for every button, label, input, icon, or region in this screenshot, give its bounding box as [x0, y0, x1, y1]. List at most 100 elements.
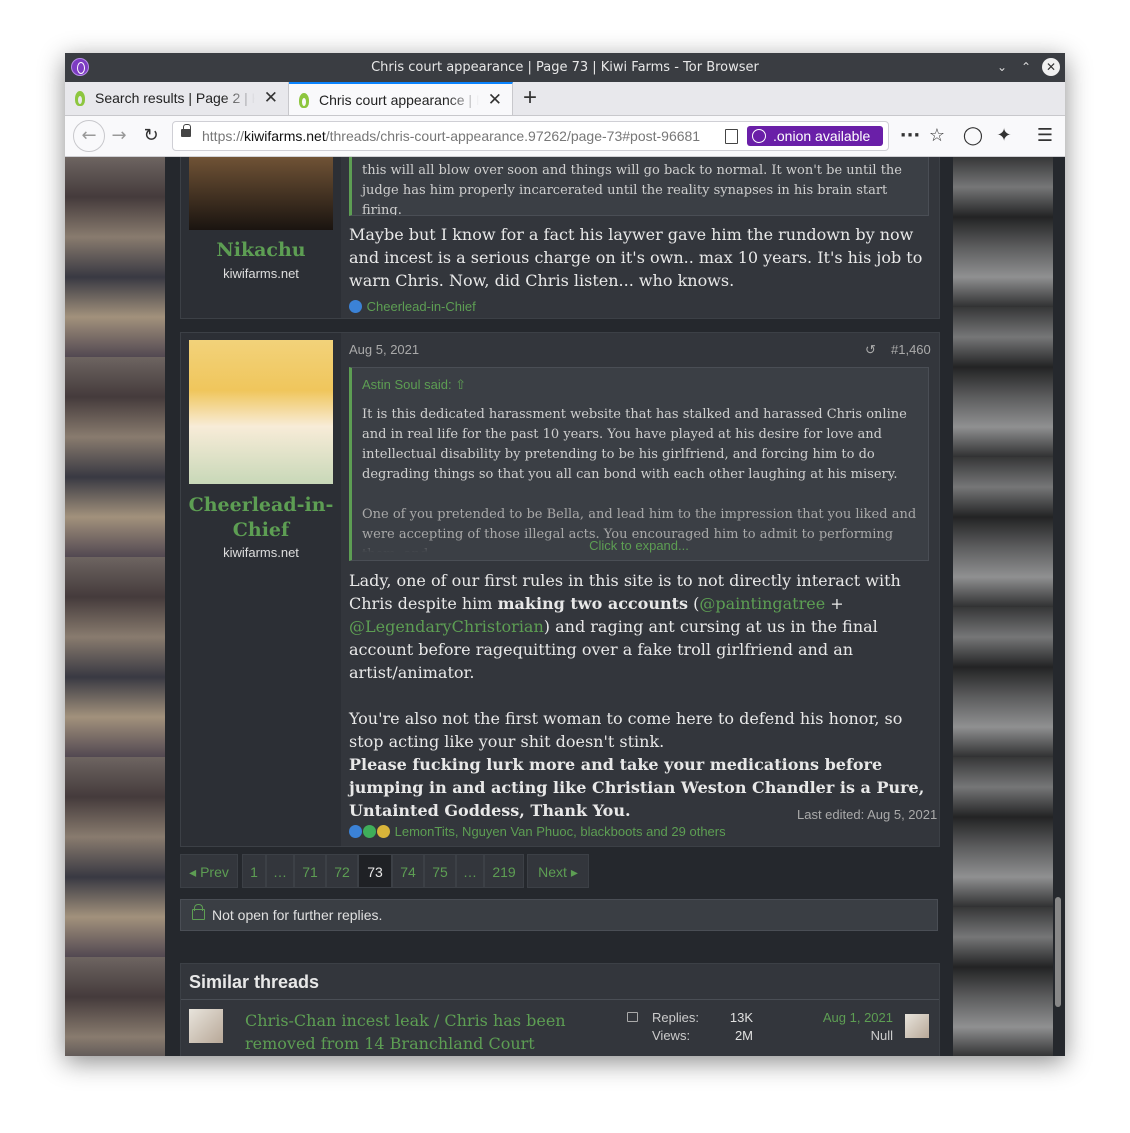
- reload-icon[interactable]: ↻: [139, 124, 163, 148]
- post-cheerlead-in-chief: Cheerlead-in-Chief kiwifarms.net Aug 5, …: [180, 332, 940, 847]
- mention-link[interactable]: @paintingatree: [699, 594, 825, 613]
- post-number[interactable]: #1,460: [891, 342, 931, 357]
- tab-label: Search results | Page 2 | Kiwi Farms: [95, 90, 255, 106]
- tab-label: Chris court appearance | Page 73 | Kiwi …: [319, 92, 479, 108]
- minimize-icon[interactable]: ⌄: [993, 58, 1011, 76]
- thread-avatar[interactable]: [189, 1009, 223, 1043]
- message-text: +: [825, 594, 844, 613]
- mention-link[interactable]: @LegendaryChristorian: [349, 617, 544, 636]
- title-bar: Chris court appearance | Page 73 | Kiwi …: [65, 53, 1065, 82]
- message-text: (: [688, 594, 700, 613]
- browser-window: Chris court appearance | Page 73 | Kiwi …: [65, 53, 1065, 1056]
- user-site: kiwifarms.net: [223, 266, 299, 281]
- current-page[interactable]: 73: [358, 854, 392, 888]
- similar-threads: Similar threads Chris-Chan incest leak /…: [180, 963, 940, 1056]
- page-content: Nikachu kiwifarms.net Chris's charges st…: [65, 157, 1065, 1056]
- reaction-bar[interactable]: Cheerlead-in-Chief: [349, 299, 476, 314]
- lock-icon: [181, 124, 191, 137]
- user-site: kiwifarms.net: [223, 545, 299, 560]
- quote-author[interactable]: Astin Soul said: ⇧: [362, 375, 466, 395]
- thread-title-line: removed from 14 Branchland Court: [245, 1034, 535, 1053]
- back-arrow-icon[interactable]: ←: [73, 120, 105, 152]
- username[interactable]: Cheerlead-in-Chief: [181, 493, 341, 543]
- like-reaction-icon: [349, 300, 362, 313]
- page-link[interactable]: 219: [484, 854, 524, 888]
- thread-stats-labels: Replies: Views:: [652, 1009, 699, 1045]
- views-count: 2M: [734, 1028, 753, 1043]
- kiwifarms-favicon-icon: [299, 93, 309, 108]
- message-bold-text: making two accounts: [497, 594, 689, 613]
- avatar[interactable]: [189, 157, 333, 230]
- tab-bar: Search results | Page 2 | Kiwi Farms ✕ C…: [65, 82, 1065, 116]
- forward-arrow-icon[interactable]: →: [107, 124, 131, 148]
- last-poster-avatar[interactable]: [905, 1014, 929, 1038]
- share-icon[interactable]: ↺: [865, 342, 876, 358]
- page-ellipsis[interactable]: …: [266, 854, 294, 888]
- onion-available-label: .onion available: [773, 128, 871, 144]
- pineapple-reaction-icon: [377, 825, 390, 838]
- url-scheme: https://: [202, 128, 245, 144]
- page-link[interactable]: 1: [242, 854, 266, 888]
- kiwifarms-favicon-icon: [75, 91, 85, 106]
- views-label: Views:: [652, 1028, 691, 1043]
- tab-chris-court-appearance[interactable]: Chris court appearance | Page 73 | Kiwi …: [289, 82, 513, 115]
- page-link[interactable]: 74: [392, 854, 424, 888]
- page-link[interactable]: 71: [294, 854, 326, 888]
- thread-title-link[interactable]: Chris-Chan incest leak / Chris has been …: [245, 1009, 566, 1055]
- reaction-users[interactable]: LemonTits, Nguyen Van Phuoc, blackboots …: [395, 824, 726, 839]
- menu-hamburger-icon[interactable]: ☰: [1033, 124, 1057, 148]
- maximize-icon[interactable]: ⌃: [1017, 58, 1035, 76]
- quote-block: Chris's charges still haven't been final…: [349, 157, 929, 216]
- tab-close-icon[interactable]: ✕: [264, 88, 278, 108]
- post-message: Lady, one of our first rules in this sit…: [349, 569, 931, 822]
- background-comic-left: [65, 157, 165, 1056]
- user-pane: Nikachu kiwifarms.net: [181, 157, 341, 318]
- navigation-toolbar: ← → ↻ https://kiwifarms.net/threads/chri…: [65, 116, 1065, 157]
- tab-close-icon[interactable]: ✕: [488, 90, 502, 110]
- page-link[interactable]: 72: [326, 854, 358, 888]
- next-page-button[interactable]: Next ▸: [527, 854, 589, 888]
- last-edited[interactable]: Last edited: Aug 5, 2021: [797, 807, 937, 822]
- thread-lock-icon: [627, 1012, 638, 1022]
- page-actions-icon[interactable]: ···: [898, 124, 922, 148]
- bookmark-star-icon[interactable]: ☆: [925, 124, 949, 148]
- reaction-bar[interactable]: LemonTits, Nguyen Van Phuoc, blackboots …: [349, 824, 726, 839]
- post-date[interactable]: Aug 5, 2021: [349, 342, 419, 357]
- thread-last-activity: Aug 1, 2021 Null: [813, 1009, 893, 1045]
- avatar[interactable]: [189, 340, 333, 484]
- thread-stats-values: 13K 2M: [713, 1009, 753, 1045]
- prev-label: Prev: [200, 864, 229, 880]
- jump-to-quote-icon[interactable]: ⇧: [455, 377, 466, 392]
- next-label: Next: [538, 864, 567, 880]
- page-link[interactable]: 75: [424, 854, 456, 888]
- user-pane: Cheerlead-in-Chief kiwifarms.net: [181, 333, 341, 846]
- thread-closed-notice: Not open for further replies.: [180, 899, 938, 931]
- quote-paragraph-1: It is this dedicated harassment website …: [362, 407, 907, 482]
- address-bar[interactable]: https://kiwifarms.net/threads/chris-cour…: [172, 121, 889, 151]
- prev-page-button[interactable]: ◂ Prev: [180, 854, 238, 888]
- reader-view-icon[interactable]: [725, 129, 738, 144]
- quote-block: Astin Soul said: ⇧ It is this dedicated …: [349, 367, 929, 561]
- click-to-expand-link[interactable]: Click to expand...: [352, 536, 926, 556]
- shield-icon[interactable]: ◯: [961, 124, 985, 148]
- last-poster[interactable]: Null: [813, 1027, 893, 1045]
- replies-label: Replies:: [652, 1010, 699, 1025]
- background-comic-right: [953, 157, 1053, 1056]
- thread-title-line: Chris-Chan incest leak / Chris has been: [245, 1011, 566, 1030]
- url-text[interactable]: https://kiwifarms.net/threads/chris-cour…: [202, 128, 712, 144]
- check-reaction-icon: [363, 825, 376, 838]
- last-post-date[interactable]: Aug 1, 2021: [813, 1009, 893, 1027]
- new-tab-plus-icon[interactable]: +: [523, 84, 537, 112]
- page-ellipsis[interactable]: …: [456, 854, 484, 888]
- closed-notice-text: Not open for further replies.: [212, 907, 383, 923]
- tab-search-results[interactable]: Search results | Page 2 | Kiwi Farms ✕: [65, 82, 289, 115]
- onion-available-button[interactable]: .onion available: [747, 126, 883, 146]
- close-window-icon[interactable]: ✕: [1042, 58, 1060, 76]
- message-paragraph-2: You're also not the first woman to come …: [349, 709, 903, 751]
- url-path: /threads/chris-court-appearance.97262/pa…: [325, 128, 701, 144]
- username[interactable]: Nikachu: [181, 238, 341, 263]
- new-identity-icon[interactable]: ✦: [992, 124, 1016, 148]
- quote-author-label: Astin Soul said:: [362, 377, 452, 392]
- reaction-users[interactable]: Cheerlead-in-Chief: [367, 299, 476, 314]
- scrollbar[interactable]: [1055, 897, 1061, 1007]
